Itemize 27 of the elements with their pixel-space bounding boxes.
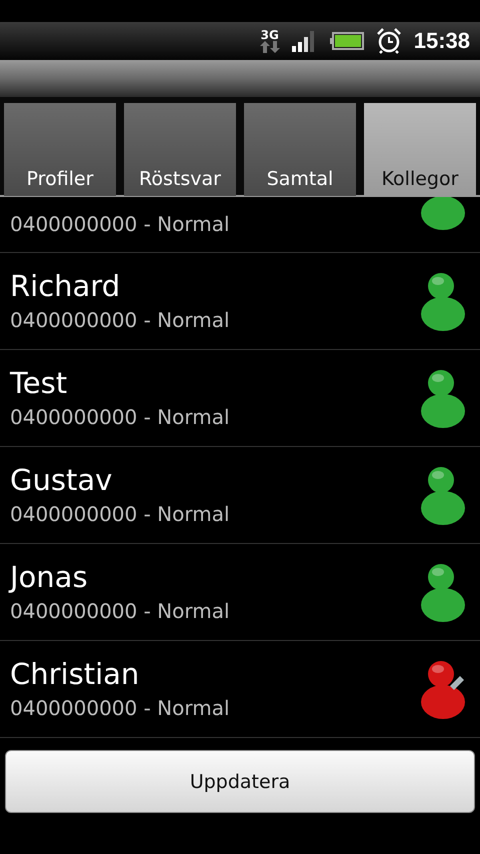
colleague-name: Gustav [10,463,114,497]
colleague-detail: 0400000000 - Normal [10,501,230,527]
update-button[interactable]: Uppdatera [5,750,475,813]
tab[interactable]: Kollegor [364,103,476,196]
tab[interactable]: Samtal [244,103,356,196]
colleague-detail: 0400000000 - Normal [10,404,230,430]
colleague-row[interactable]: 0400000000 - Normal [0,197,480,253]
colleague-row[interactable]: Test 0400000000 - Normal [0,350,480,447]
colleague-detail: 0400000000 - Normal [10,211,230,237]
colleague-detail: 0400000000 - Normal [10,598,230,624]
colleague-row[interactable]: Gustav 0400000000 - Normal [0,447,480,544]
tab[interactable]: Profiler [4,103,116,196]
tab[interactable]: Röstsvar [124,103,236,196]
colleague-name: Richard [10,269,122,303]
battery-icon [330,32,364,50]
alarm-clock-icon [376,28,402,54]
network-type: 3G [260,29,279,41]
colleague-row[interactable]: Jonas 0400000000 - Normal [0,544,480,641]
clock-time: 15:38 [414,28,470,54]
colleague-row[interactable]: Richard 0400000000 - Normal [0,253,480,350]
colleague-detail: 0400000000 - Normal [10,307,230,333]
colleague-row[interactable]: Christian 0400000000 - Normal [0,641,480,738]
colleague-name: Test [10,366,68,400]
colleague-name: Christian [10,657,140,691]
colleague-detail: 0400000000 - Normal [10,695,230,721]
data-arrows-icon [260,41,280,53]
colleague-name: Jonas [10,560,89,594]
